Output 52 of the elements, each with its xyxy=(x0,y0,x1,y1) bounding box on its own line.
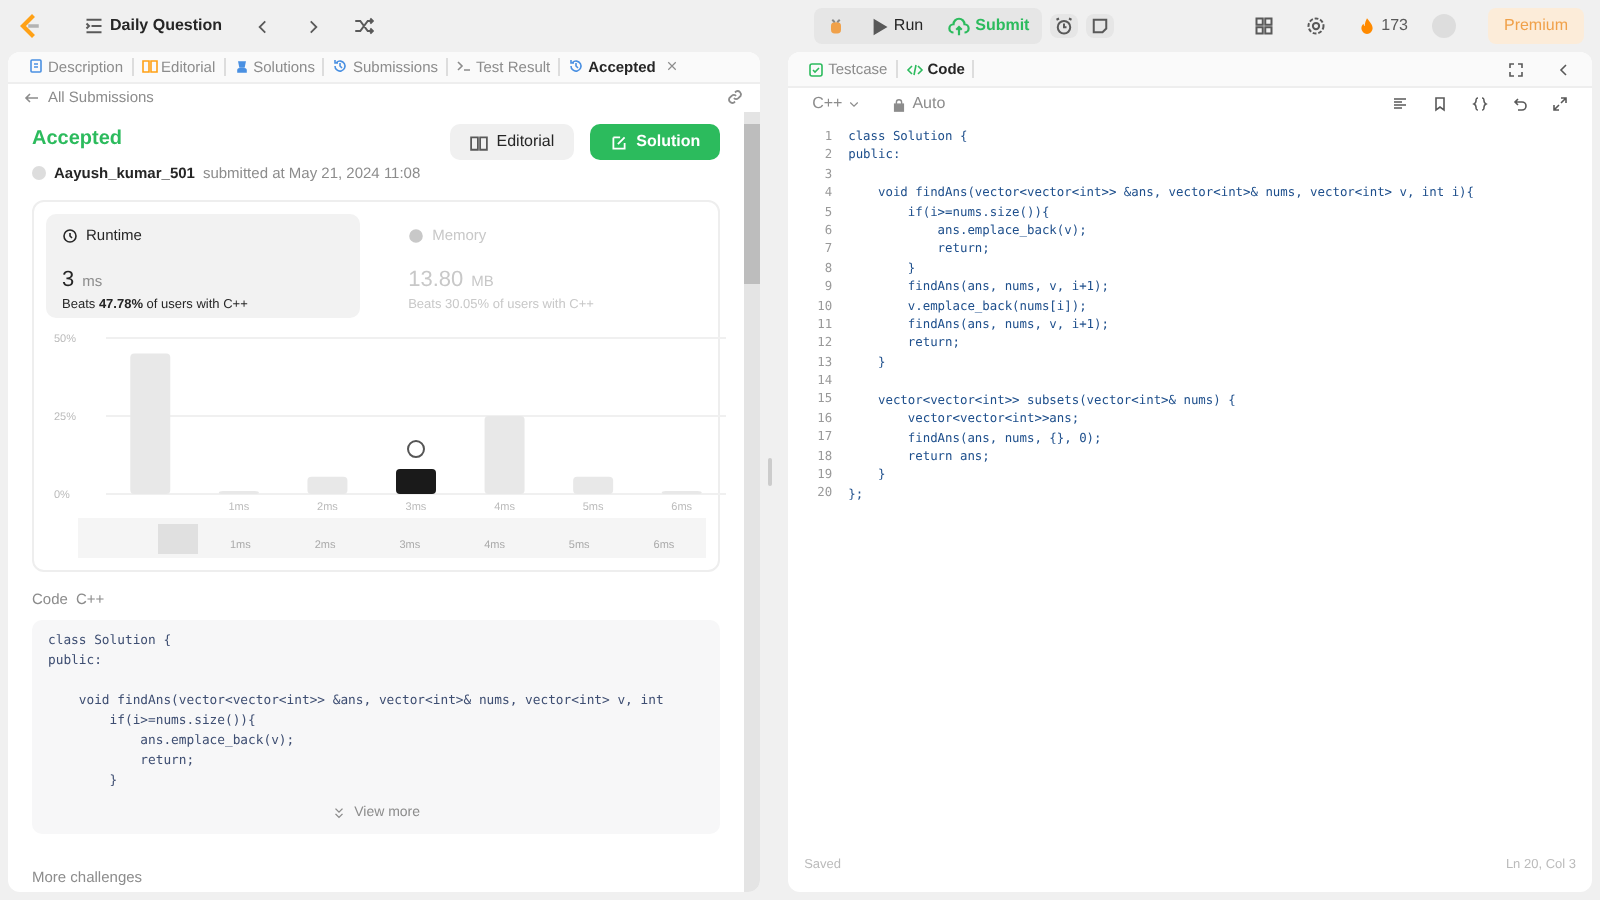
daily-question-button[interactable]: Daily Question xyxy=(76,10,231,42)
document-icon xyxy=(28,58,44,75)
expand-icon xyxy=(1552,96,1568,112)
streak-counter[interactable]: 173 xyxy=(1349,10,1416,42)
flask-icon xyxy=(233,58,250,75)
book-icon xyxy=(470,133,489,151)
chevrons-down-icon xyxy=(332,806,347,821)
caret-icon xyxy=(848,98,861,110)
clock-icon xyxy=(62,227,78,244)
chip-icon xyxy=(408,227,425,244)
code-icon xyxy=(905,61,924,77)
user-avatar-icon xyxy=(32,166,46,181)
flame-icon xyxy=(1357,16,1376,36)
lock-icon xyxy=(892,97,907,111)
bug-icon xyxy=(825,16,846,36)
list-icon xyxy=(84,16,104,36)
history-icon xyxy=(332,58,349,75)
terminal-icon xyxy=(456,58,473,75)
shuffle-icon xyxy=(354,16,375,36)
book-icon xyxy=(141,58,158,75)
bookmark-icon xyxy=(1432,96,1448,112)
align-icon xyxy=(1392,96,1408,112)
grid-icon xyxy=(1253,16,1274,36)
mode-button[interactable]: Auto xyxy=(884,88,954,120)
chevron-left-icon xyxy=(1556,61,1572,77)
premium-button[interactable]: Premium xyxy=(1487,8,1584,44)
history-icon xyxy=(568,58,585,75)
run-button[interactable]: Run xyxy=(861,10,932,42)
note-icon xyxy=(1089,16,1110,36)
user-avatar-icon xyxy=(407,440,425,459)
edit-icon xyxy=(610,133,629,151)
arrow-left-icon xyxy=(24,89,40,106)
stat-value: 3 xyxy=(62,267,75,291)
status-text: Accepted xyxy=(32,126,125,154)
alarm-button[interactable] xyxy=(1049,14,1078,38)
settings-icon xyxy=(1305,16,1326,36)
notes-button[interactable] xyxy=(1085,14,1114,38)
alarm-clock-icon xyxy=(1053,16,1074,36)
scrollbar[interactable] xyxy=(744,112,761,892)
bar[interactable] xyxy=(396,469,436,495)
undo-icon xyxy=(1512,96,1528,112)
editorial-button[interactable]: Editorial xyxy=(450,124,575,160)
submit-button[interactable]: Submit xyxy=(939,10,1038,42)
navigator-bar xyxy=(158,524,198,555)
play-icon xyxy=(869,17,888,35)
solution-button[interactable]: Solution xyxy=(590,124,721,160)
checkbox-icon xyxy=(808,61,825,77)
cloud-upload-icon xyxy=(947,15,970,37)
braces-icon xyxy=(1472,96,1488,112)
link-icon[interactable] xyxy=(726,88,745,107)
expand-icon xyxy=(1508,61,1524,77)
language-dropdown[interactable]: C++ xyxy=(804,88,869,120)
